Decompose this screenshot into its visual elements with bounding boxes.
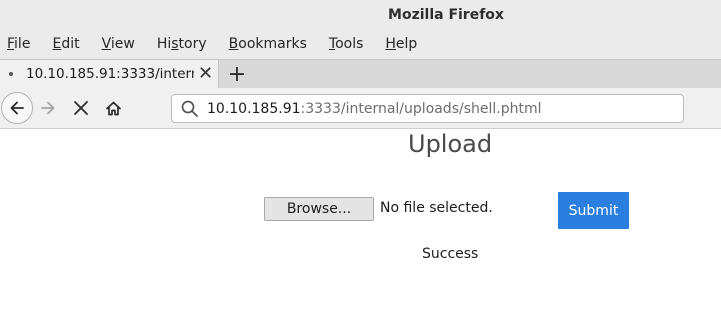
menu-view[interactable]: View: [102, 36, 135, 52]
submit-button[interactable]: Submit: [558, 192, 629, 229]
tab-strip: 10.10.185.91:3333/internal/uploads/shell…: [0, 59, 721, 88]
back-button[interactable]: [1, 92, 33, 124]
stop-button[interactable]: [69, 96, 93, 120]
address-bar[interactable]: 10.10.185.91:3333/internal/uploads/shell…: [171, 94, 684, 123]
tab-title: 10.10.185.91:3333/internal/uploads/shell…: [26, 66, 194, 82]
page-content: Upload Browse... No file selected. Submi…: [0, 129, 721, 319]
close-tab-icon[interactable]: ✕: [198, 65, 213, 83]
menu-bookmarks[interactable]: Bookmarks: [229, 36, 307, 52]
window-title: Mozilla Firefox: [388, 6, 504, 23]
menu-help[interactable]: Help: [385, 36, 417, 52]
home-button[interactable]: [101, 96, 125, 120]
home-icon: [105, 101, 121, 115]
arrow-right-icon: [41, 101, 55, 115]
arrow-left-icon: [10, 101, 24, 115]
menu-edit[interactable]: Edit: [52, 36, 79, 52]
file-selection-status: No file selected.: [380, 200, 493, 216]
loading-indicator-icon: [9, 72, 13, 76]
upload-result-message: Success: [422, 246, 479, 262]
menu-tools[interactable]: Tools: [329, 36, 364, 52]
search-icon: [180, 99, 200, 119]
browse-file-button[interactable]: Browse...: [264, 197, 374, 221]
forward-button[interactable]: [36, 96, 60, 120]
url-text[interactable]: 10.10.185.91:3333/internal/uploads/shell…: [207, 101, 542, 117]
menu-file[interactable]: File: [7, 36, 30, 52]
new-tab-button[interactable]: +: [219, 60, 255, 88]
page-title: Upload: [408, 130, 493, 158]
menu-bar: File Edit View History Bookmarks Tools H…: [0, 29, 721, 59]
menu-history[interactable]: History: [157, 36, 207, 52]
close-icon: [74, 101, 88, 115]
window-title-bar: Mozilla Firefox: [0, 0, 721, 29]
tab-active[interactable]: 10.10.185.91:3333/internal/uploads/shell…: [0, 60, 219, 88]
navigation-toolbar: 10.10.185.91:3333/internal/uploads/shell…: [0, 88, 721, 129]
